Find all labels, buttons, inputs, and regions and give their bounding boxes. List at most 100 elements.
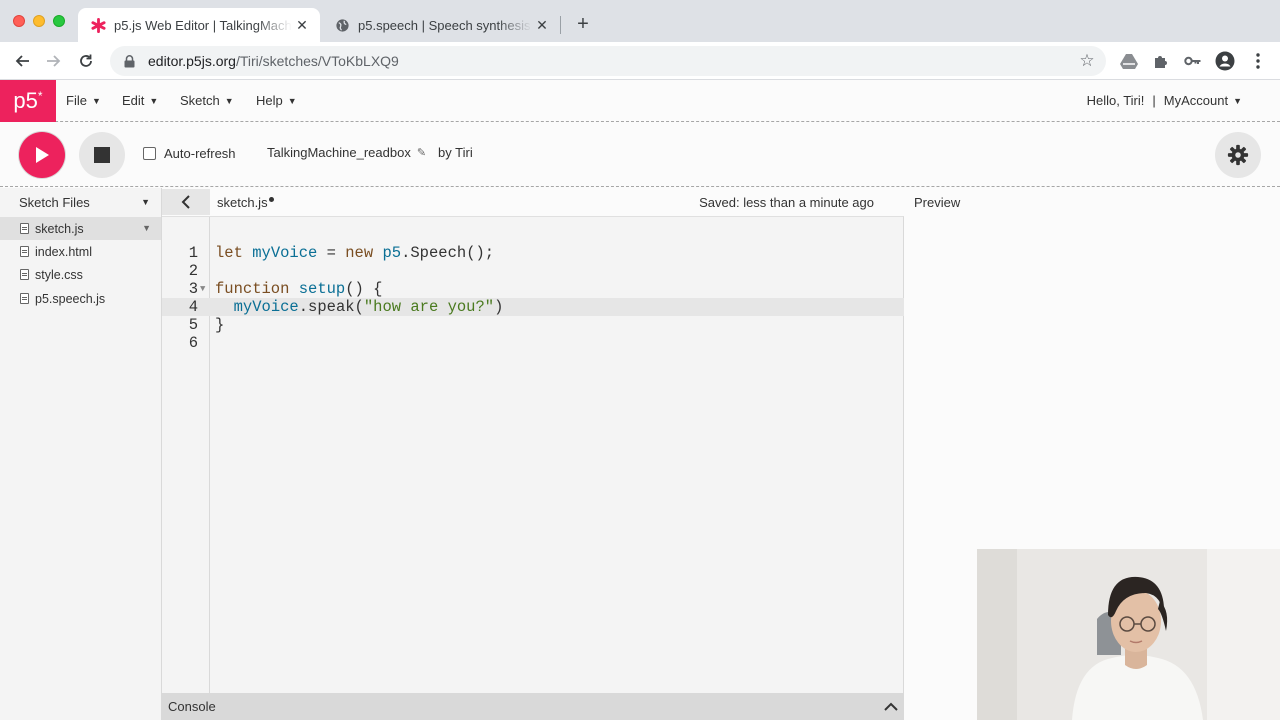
close-icon[interactable]: ✕ [532, 15, 552, 35]
code-line[interactable]: 5 } [162, 316, 904, 334]
line-number: 3 [188, 280, 198, 298]
variable: p5 [382, 244, 402, 262]
pencil-icon[interactable]: ✎ [417, 146, 426, 159]
file-icon [20, 293, 29, 304]
webcam-overlay [977, 549, 1280, 720]
new-tab-button[interactable]: + [572, 13, 594, 35]
menu-label: Help [256, 93, 283, 108]
menu-edit[interactable]: Edit ▼ [122, 93, 158, 108]
code-text[interactable]: let myVoice = new p5.Speech(); [215, 244, 494, 262]
url-text: editor.p5js.org/Tiri/sketches/VToKbLXQ9 [148, 53, 399, 69]
play-button[interactable] [19, 132, 65, 178]
key-icon[interactable] [1182, 50, 1204, 72]
drive-icon[interactable] [1118, 50, 1140, 72]
line-number: 1 [188, 244, 198, 262]
code-text[interactable]: myVoice.speak("how are you?") [215, 298, 504, 316]
account-area: Hello, Tiri! | MyAccount ▼ [1087, 93, 1242, 108]
reload-icon[interactable] [73, 48, 99, 74]
caret-down-icon: ▼ [1233, 95, 1242, 106]
menu-sketch[interactable]: Sketch ▼ [180, 93, 234, 108]
sketch-files-sidebar: Sketch Files ▼ sketch.js ▼ index.html st… [0, 188, 162, 720]
file-item-index-html[interactable]: index.html [0, 240, 161, 263]
close-icon[interactable]: ✕ [292, 15, 312, 35]
code-rest: .speak( [298, 298, 364, 316]
tab-title: p5.js Web Editor | TalkingMachine_readbo… [114, 17, 292, 33]
file-name: sketch.js [35, 221, 84, 236]
settings-button[interactable] [1215, 132, 1261, 178]
sketch-title[interactable]: TalkingMachine_readbox ✎ by Tiri [267, 145, 473, 160]
line-number: 2 [188, 262, 198, 280]
menu-label: Sketch [180, 93, 220, 108]
file-icon [20, 246, 29, 257]
caret-down-icon[interactable]: ▼ [141, 197, 150, 207]
url-path: /Tiri/sketches/VToKbLXQ9 [235, 53, 399, 69]
editor-nav-bar: p5 * File ▼ Edit ▼ Sketch ▼ Help ▼ Hello, Tir… [0, 80, 1280, 122]
code-text[interactable]: } [215, 316, 224, 334]
editor-header: sketch.js Saved: less than a minute ago [162, 188, 904, 216]
back-arrow-icon[interactable] [9, 48, 35, 74]
address-bar[interactable]: editor.p5js.org/Tiri/sketches/VToKbLXQ9 … [110, 46, 1106, 76]
menu-file[interactable]: File ▼ [66, 93, 101, 108]
tab-separator [560, 16, 561, 34]
close-window-button[interactable] [13, 15, 25, 27]
file-item-style-css[interactable]: style.css [0, 263, 161, 286]
play-icon [36, 147, 49, 163]
caret-down-icon: ▼ [287, 95, 297, 106]
fold-arrow-icon[interactable]: ▼ [200, 280, 205, 298]
forward-arrow-icon[interactable] [41, 48, 67, 74]
console-bar[interactable]: Console [162, 693, 904, 720]
browser-tab-p5-speech[interactable]: p5.speech | Speech synthesis and recogni… [322, 8, 560, 42]
p5-logo[interactable]: p5 * [0, 80, 56, 122]
tab-title: p5.speech | Speech synthesis and recogni… [358, 17, 532, 33]
operator: = [317, 244, 346, 262]
code-rest: ) [494, 298, 504, 316]
browser-tab-strip: p5.js Web Editor | TalkingMachine_readbo… [0, 0, 1280, 42]
file-item-sketch-js[interactable]: sketch.js ▼ [0, 217, 161, 240]
code-rest: .Speech(); [401, 244, 495, 262]
presenter-video-image [977, 549, 1280, 720]
auto-refresh-toggle[interactable]: Auto-refresh [143, 146, 236, 161]
file-options-caret-icon[interactable]: ▼ [142, 223, 151, 233]
editor-file-name: sketch.js [217, 195, 268, 210]
sketch-files-header[interactable]: Sketch Files ▼ [0, 188, 162, 216]
code-text[interactable]: function setup() { [215, 280, 382, 298]
kebab-menu-icon[interactable] [1247, 50, 1269, 72]
chevron-left-icon [181, 195, 190, 209]
stop-icon [94, 147, 110, 163]
file-name: style.css [35, 267, 83, 282]
maximize-window-button[interactable] [53, 15, 65, 27]
code-editor[interactable]: 1 let myVoice = new p5.Speech(); 2 3 ▼ f… [162, 216, 904, 694]
browser-tab-p5-editor[interactable]: p5.js Web Editor | TalkingMachine_readbo… [78, 8, 320, 42]
line-number: 5 [188, 316, 198, 334]
file-icon [20, 269, 29, 280]
variable: myVoice [233, 298, 299, 316]
menu-label: File [66, 93, 87, 108]
minimize-window-button[interactable] [33, 15, 45, 27]
collapse-sidebar-button[interactable] [162, 189, 210, 215]
caret-down-icon: ▼ [149, 95, 159, 106]
my-account-menu[interactable]: MyAccount [1164, 93, 1228, 108]
code-line[interactable]: 6 [162, 334, 904, 352]
stop-button[interactable] [79, 132, 125, 178]
saved-status: Saved: less than a minute ago [699, 195, 874, 210]
code-line[interactable]: 2 [162, 262, 904, 280]
code-line[interactable]: 3 ▼ function setup() { [162, 280, 904, 298]
file-icon [20, 223, 29, 234]
code-line[interactable]: 1 let myVoice = new p5.Speech(); [162, 244, 904, 262]
auto-refresh-checkbox[interactable] [143, 147, 156, 160]
bookmark-star-icon[interactable]: ☆ [1078, 52, 1096, 70]
lock-icon[interactable] [122, 54, 136, 68]
chevron-up-icon[interactable] [884, 702, 898, 711]
console-label: Console [168, 699, 216, 714]
code-line-active[interactable]: 4 myVoice.speak("how are you?") [162, 298, 904, 316]
logo-text: p5 [13, 88, 38, 113]
p5-asterisk-icon [90, 17, 106, 33]
file-item-p5-speech-js[interactable]: p5.speech.js [0, 287, 161, 310]
preview-label: Preview [914, 195, 961, 210]
sketch-toolbar: Auto-refresh TalkingMachine_readbox ✎ by… [0, 123, 1280, 187]
extensions-puzzle-icon[interactable] [1150, 50, 1172, 72]
menu-help[interactable]: Help ▼ [256, 93, 297, 108]
profile-avatar-icon[interactable] [1214, 50, 1236, 72]
menu-label: Edit [122, 93, 145, 108]
